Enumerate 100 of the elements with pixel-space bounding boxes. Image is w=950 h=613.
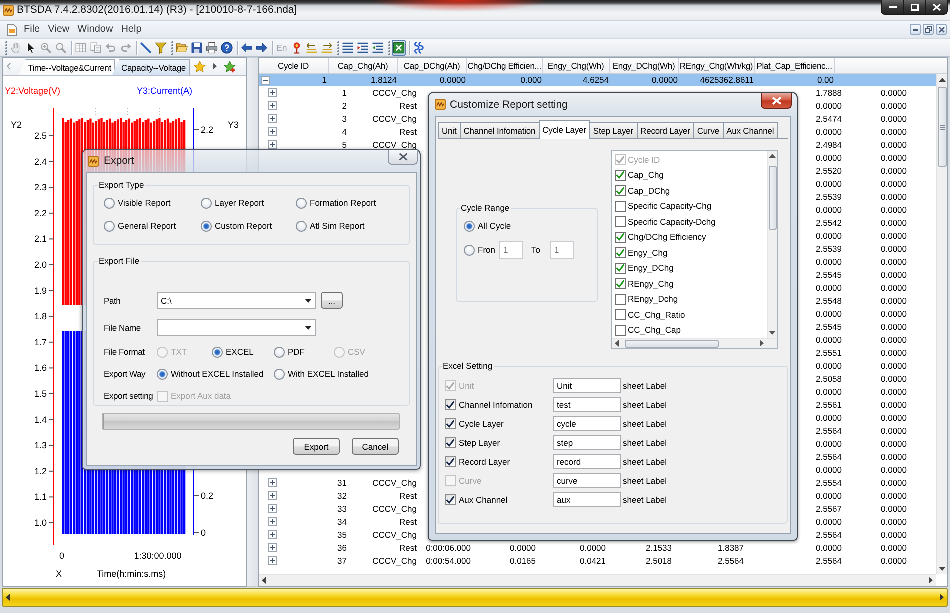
radio-button[interactable]	[274, 346, 285, 358]
menu-item[interactable]: File	[20, 22, 44, 36]
field-label: sheet Label	[623, 418, 667, 428]
table-cell: 0.0000	[881, 100, 907, 110]
cursor-icon	[25, 42, 37, 54]
checkbox[interactable]	[615, 200, 626, 212]
checkbox[interactable]	[615, 294, 626, 305]
collapse-icon[interactable]	[261, 76, 270, 84]
radio-button[interactable]	[464, 244, 475, 256]
text-field[interactable]: test	[553, 397, 621, 412]
column-header[interactable]: REngy_Chg(Wh/kg)	[679, 58, 755, 73]
expand-icon[interactable]	[268, 88, 277, 97]
tab[interactable]: Unit	[438, 122, 461, 138]
vertical-scrollbar[interactable]	[936, 74, 947, 574]
text-field[interactable]: cycle	[553, 416, 621, 431]
table-cell: 0.0000	[881, 542, 907, 552]
radio-button[interactable]	[296, 220, 307, 232]
expand-icon[interactable]	[268, 491, 277, 500]
minimize-button[interactable]	[881, 0, 904, 15]
scrollbar-thumb[interactable]	[625, 340, 719, 348]
tab[interactable]: Aux Channel	[722, 122, 778, 138]
toolbar-button[interactable]	[205, 40, 219, 56]
close-button[interactable]	[936, 24, 947, 35]
chart-tab[interactable]: Capacity--Voltage	[112, 59, 190, 75]
group-label: Cycle Range	[460, 203, 511, 213]
star-icon[interactable]	[194, 60, 206, 72]
column-header[interactable]: Engy_Chg(Wh)	[543, 58, 610, 73]
vertical-scrollbar[interactable]	[767, 151, 777, 338]
radio-button[interactable]	[104, 220, 115, 232]
menu-item[interactable]: View	[44, 22, 74, 36]
expand-icon[interactable]	[268, 114, 277, 123]
dialog-button[interactable]: Cancel	[352, 438, 399, 455]
column-header[interactable]: Cycle ID	[259, 58, 329, 73]
column-header[interactable]: Cap_Chg(Ah)	[329, 58, 398, 73]
chevron-right-icon[interactable]	[213, 63, 218, 70]
restore-button[interactable]	[923, 24, 934, 35]
toolbar-button[interactable]	[220, 40, 234, 56]
checkbox[interactable]	[445, 437, 456, 448]
checkbox[interactable]	[615, 247, 626, 258]
checkbox[interactable]	[615, 309, 626, 320]
text-field[interactable]: aux	[553, 492, 621, 507]
scrollbar-thumb[interactable]	[938, 87, 946, 167]
checkbox[interactable]	[615, 216, 626, 228]
column-header[interactable]: Cap_DChg(Ah)	[398, 58, 467, 73]
checkbox[interactable]	[445, 494, 456, 505]
expand-icon[interactable]	[268, 530, 277, 539]
radio-button[interactable]	[104, 198, 115, 208]
table-cell: 0.0000	[881, 360, 907, 370]
radio-button[interactable]	[201, 198, 212, 208]
tab[interactable]: Cycle Layer	[538, 120, 590, 139]
column-header[interactable]: Chg/DChg Efficien...	[467, 58, 543, 73]
table-cell: Rest	[400, 126, 417, 136]
table-cell: 0.0000	[816, 282, 842, 292]
close-button[interactable]	[388, 150, 418, 165]
radio-button[interactable]	[212, 346, 223, 358]
close-button[interactable]	[761, 93, 792, 109]
checkbox[interactable]	[615, 324, 626, 336]
column-header[interactable]: Plat_Cap_Efficienc...	[755, 58, 835, 73]
expand-icon[interactable]	[268, 517, 277, 526]
checkbox[interactable]	[615, 278, 626, 290]
expand-icon[interactable]	[268, 127, 277, 136]
toolbar-button[interactable]	[392, 40, 406, 56]
tab[interactable]: Curve	[693, 122, 724, 138]
checkbox[interactable]	[445, 399, 456, 410]
scrollbar-thumb[interactable]	[768, 166, 776, 230]
dialog-button[interactable]: Export	[293, 438, 340, 455]
radio-button[interactable]	[201, 220, 212, 232]
column-header[interactable]: Engy_DChg(Wh)	[610, 58, 679, 73]
expand-icon[interactable]	[268, 478, 277, 487]
star-add-icon[interactable]	[224, 60, 236, 72]
radio-button[interactable]	[274, 368, 285, 380]
checkbox[interactable]	[615, 262, 626, 274]
menu-item[interactable]: Help	[117, 22, 146, 36]
radio-button[interactable]	[464, 220, 475, 232]
expand-icon[interactable]	[268, 543, 277, 552]
radio-button[interactable]	[157, 368, 168, 380]
horizontal-scrollbar[interactable]	[2, 588, 948, 607]
maximize-button[interactable]	[903, 0, 926, 15]
expand-icon[interactable]	[268, 101, 277, 110]
checkbox[interactable]	[615, 170, 626, 181]
checkbox[interactable]	[615, 185, 626, 196]
path-combobox[interactable]: C:\	[157, 292, 316, 309]
tab[interactable]: Channel Infomation	[460, 122, 540, 138]
selected-row[interactable]: 1 1.8124 0.0000 0.000 4.6254 0.0000 4625362.8611 0.00	[259, 74, 936, 86]
checkbox[interactable]	[445, 456, 456, 467]
text-field[interactable]: record	[553, 454, 621, 469]
chart-tab[interactable]: Time--Voltage&Current	[19, 59, 116, 75]
text-field[interactable]: step	[553, 435, 621, 450]
tab[interactable]: Step Layer	[589, 122, 638, 138]
checkbox[interactable]	[615, 232, 626, 243]
expand-icon[interactable]	[268, 556, 277, 565]
close-button[interactable]	[925, 0, 948, 15]
tab[interactable]: Record Layer	[636, 122, 694, 138]
expand-icon[interactable]	[268, 140, 277, 149]
browse-button[interactable]: ...	[321, 292, 343, 309]
checkbox[interactable]	[445, 418, 456, 429]
menu-item[interactable]: Window	[74, 22, 118, 36]
minimize-button[interactable]	[910, 24, 921, 35]
expand-icon[interactable]	[268, 504, 277, 513]
radio-button[interactable]	[296, 198, 307, 208]
